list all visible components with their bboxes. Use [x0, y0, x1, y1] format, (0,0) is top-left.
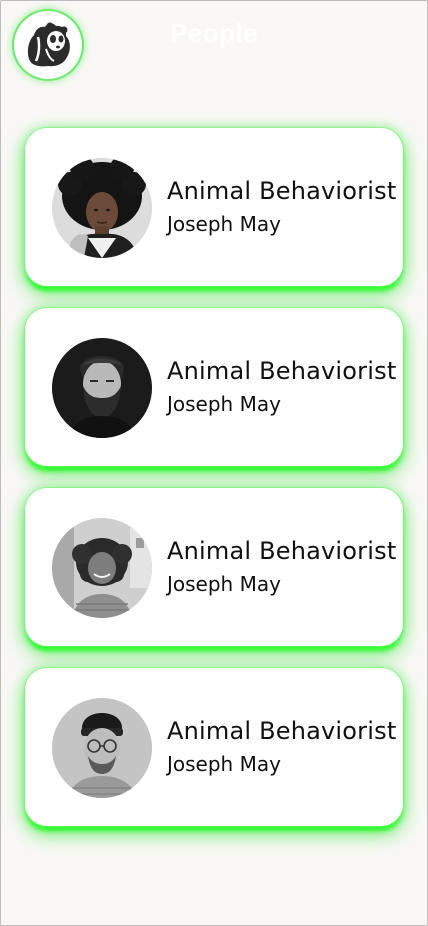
person-card[interactable]: Animal Behaviorist Joseph May	[25, 128, 403, 286]
person-info: Animal Behaviorist Joseph May	[167, 536, 396, 599]
person-role: Animal Behaviorist	[167, 537, 397, 565]
person-name: Joseph May	[167, 752, 281, 776]
man-beard-avatar	[52, 338, 152, 438]
page-title: People	[169, 18, 259, 48]
person-role: Animal Behaviorist	[167, 357, 397, 385]
person-card[interactable]: Animal Behaviorist Joseph May	[25, 488, 403, 646]
person-info: Animal Behaviorist Joseph May	[167, 716, 396, 779]
people-list: Animal Behaviorist Joseph May Animal Beh…	[25, 128, 403, 826]
person-card[interactable]: Animal Behaviorist Joseph May	[25, 308, 403, 466]
person-name: Joseph May	[167, 572, 281, 596]
woman-smiling-avatar	[52, 518, 152, 618]
person-info: Animal Behaviorist Joseph May	[167, 176, 396, 239]
man-beanie-glasses-avatar	[52, 698, 152, 798]
person-card[interactable]: Animal Behaviorist Joseph May	[25, 668, 403, 826]
woman-curly-hair-avatar	[52, 158, 152, 258]
person-info: Animal Behaviorist Joseph May	[167, 356, 396, 419]
person-name: Joseph May	[167, 212, 281, 236]
person-role: Animal Behaviorist	[167, 177, 397, 205]
person-name: Joseph May	[167, 392, 281, 416]
person-role: Animal Behaviorist	[167, 717, 397, 745]
